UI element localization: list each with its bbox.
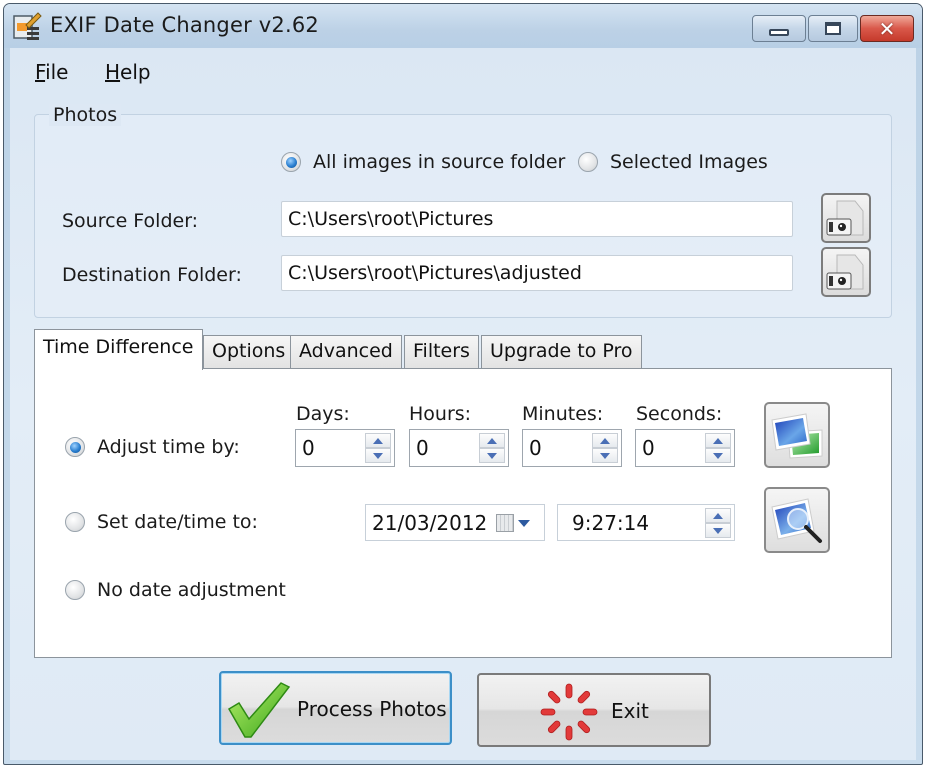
menu-help[interactable]: Help xyxy=(105,60,151,84)
red-burst-icon xyxy=(540,683,598,741)
time-spinner[interactable]: 9:27:14 xyxy=(557,504,735,541)
tab-options[interactable]: Options xyxy=(203,335,295,369)
time-down-button[interactable] xyxy=(705,523,731,538)
arrow-up-icon xyxy=(373,437,383,444)
arrow-up-icon xyxy=(713,437,723,444)
radio-no-adjustment[interactable]: No date adjustment xyxy=(65,579,286,601)
days-down-button[interactable] xyxy=(365,448,391,463)
radio-set-date-label: Set date/time to: xyxy=(97,511,258,533)
calendar-icon[interactable] xyxy=(496,514,514,532)
source-folder-input[interactable] xyxy=(281,201,793,237)
radio-adjust-time[interactable]: Adjust time by: xyxy=(65,436,240,458)
radio-no-adjustment-label: No date adjustment xyxy=(97,579,286,601)
arrow-up-icon xyxy=(713,512,723,519)
photos-stack-icon xyxy=(771,413,823,459)
arrow-up-icon xyxy=(600,437,610,444)
radio-indicator xyxy=(578,152,598,172)
apply-adjustment-button[interactable] xyxy=(764,402,830,468)
days-label: Days: xyxy=(296,403,350,425)
app-window: EXIF Date Changer v2.62 ✕ File Help Phot… xyxy=(3,3,923,765)
minimize-icon xyxy=(769,29,789,36)
menu-help-accel: H xyxy=(105,60,121,84)
app-icon xyxy=(13,12,42,40)
destination-folder-label: Destination Folder: xyxy=(62,264,242,286)
menu-file-accel: F xyxy=(35,60,46,84)
seconds-spinner[interactable]: 0 xyxy=(635,429,735,467)
radio-indicator xyxy=(65,580,85,600)
photos-group-title: Photos xyxy=(49,104,122,126)
radio-adjust-time-label: Adjust time by: xyxy=(97,436,240,458)
menu-bar: File Help xyxy=(10,48,916,90)
arrow-up-icon xyxy=(487,437,497,444)
hours-value: 0 xyxy=(416,436,429,460)
arrow-down-icon xyxy=(373,452,383,459)
destination-folder-input[interactable] xyxy=(281,255,793,291)
hours-up-button[interactable] xyxy=(479,433,505,448)
radio-indicator xyxy=(281,152,301,172)
time-difference-panel: Days: Hours: Minutes: Seconds: Adjust ti… xyxy=(34,368,892,658)
camera-folder-icon xyxy=(826,200,864,236)
browse-source-button[interactable] xyxy=(821,193,871,243)
browse-destination-button[interactable] xyxy=(821,247,871,297)
seconds-value: 0 xyxy=(642,436,655,460)
camera-folder-icon xyxy=(826,254,864,290)
days-up-button[interactable] xyxy=(365,433,391,448)
minutes-down-button[interactable] xyxy=(592,448,618,463)
exit-button[interactable]: Exit xyxy=(477,673,711,747)
seconds-down-button[interactable] xyxy=(705,448,731,463)
title-bar[interactable]: EXIF Date Changer v2.62 ✕ xyxy=(4,4,922,48)
radio-indicator xyxy=(65,437,85,457)
seconds-label: Seconds: xyxy=(636,403,723,425)
radio-all-images[interactable]: All images in source folder xyxy=(281,151,565,173)
hours-label: Hours: xyxy=(409,403,472,425)
radio-selected-images-label: Selected Images xyxy=(610,151,768,173)
minutes-up-button[interactable] xyxy=(592,433,618,448)
photos-group: Photos All images in source folder Selec… xyxy=(34,104,892,318)
time-value: 9:27:14 xyxy=(572,511,650,535)
process-photos-label: Process Photos xyxy=(297,697,447,721)
tab-upgrade-to-pro[interactable]: Upgrade to Pro xyxy=(481,335,642,369)
preview-date-button[interactable] xyxy=(764,487,830,553)
dropdown-arrow-icon[interactable] xyxy=(518,520,530,527)
arrow-down-icon xyxy=(713,527,723,534)
minutes-spinner[interactable]: 0 xyxy=(522,429,622,467)
photo-magnifier-icon xyxy=(771,498,822,543)
seconds-up-button[interactable] xyxy=(705,433,731,448)
time-up-button[interactable] xyxy=(705,508,731,523)
close-button[interactable]: ✕ xyxy=(860,15,914,42)
client-area: File Help Photos All images in source fo… xyxy=(10,48,916,760)
menu-file[interactable]: File xyxy=(35,60,68,84)
hours-down-button[interactable] xyxy=(479,448,505,463)
arrow-down-icon xyxy=(713,452,723,459)
radio-indicator xyxy=(65,512,85,532)
arrow-down-icon xyxy=(487,452,497,459)
date-picker[interactable]: 21/03/2012 xyxy=(365,504,545,541)
maximize-button[interactable] xyxy=(808,15,858,42)
process-photos-button[interactable]: Process Photos xyxy=(219,671,452,745)
date-value: 21/03/2012 xyxy=(372,511,488,535)
radio-selected-images[interactable]: Selected Images xyxy=(578,151,768,173)
green-checkmark-icon xyxy=(227,682,291,738)
tab-time-difference[interactable]: Time Difference xyxy=(34,329,203,370)
tab-advanced[interactable]: Advanced xyxy=(290,335,402,369)
window-title: EXIF Date Changer v2.62 xyxy=(50,13,319,37)
radio-all-images-label: All images in source folder xyxy=(313,151,566,173)
arrow-down-icon xyxy=(600,452,610,459)
tab-filters[interactable]: Filters xyxy=(404,335,479,369)
minimize-button[interactable] xyxy=(752,15,806,42)
menu-help-label: elp xyxy=(120,60,151,84)
source-folder-label: Source Folder: xyxy=(62,210,199,232)
minutes-value: 0 xyxy=(529,436,542,460)
days-value: 0 xyxy=(302,436,315,460)
maximize-icon xyxy=(825,22,841,35)
days-spinner[interactable]: 0 xyxy=(295,429,395,467)
radio-set-date[interactable]: Set date/time to: xyxy=(65,511,258,533)
close-icon: ✕ xyxy=(878,16,896,41)
hours-spinner[interactable]: 0 xyxy=(409,429,509,467)
exit-label: Exit xyxy=(611,699,649,723)
menu-file-label: ile xyxy=(45,60,69,84)
minutes-label: Minutes: xyxy=(522,403,604,425)
